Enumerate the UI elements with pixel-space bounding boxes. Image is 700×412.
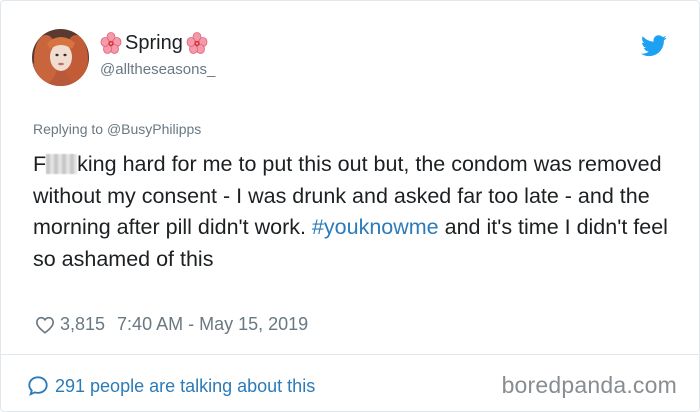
- reply-context: Replying to @BusyPhilipps: [33, 121, 201, 137]
- like-count[interactable]: 3,815: [60, 314, 105, 335]
- tweet-censored-end: king: [77, 152, 117, 176]
- tweet-card: Spring @alltheseasons_ Replying to @Busy…: [0, 0, 700, 412]
- hibiscus-flower-icon: [186, 32, 208, 54]
- reply-user-link[interactable]: @BusyPhilipps: [107, 121, 201, 137]
- tweet-timestamp[interactable]: 7:40 AM - May 15, 2019: [117, 314, 308, 335]
- heart-icon[interactable]: [35, 316, 55, 334]
- author-handle[interactable]: @alltheseasons_: [100, 61, 215, 78]
- hibiscus-flower-icon: [100, 32, 122, 54]
- tweet-meta: 3,815 7:40 AM - May 15, 2019: [35, 314, 308, 335]
- conversation-link[interactable]: 291 people are talking about this: [27, 375, 315, 397]
- hashtag-link[interactable]: #youknowme: [312, 215, 439, 239]
- speech-bubble-icon: [27, 375, 49, 397]
- reply-prefix: Replying to: [33, 121, 107, 137]
- author-display-name: Spring: [125, 32, 183, 54]
- twitter-bird-icon[interactable]: [641, 35, 667, 57]
- censor-blur: [46, 154, 78, 174]
- divider: [1, 354, 699, 355]
- avatar[interactable]: [32, 29, 89, 86]
- talking-count-text: 291 people are talking about this: [55, 375, 316, 396]
- watermark: boredpanda.com: [501, 372, 677, 398]
- author-name-row[interactable]: Spring: [100, 31, 208, 55]
- tweet-censored-start: F: [33, 152, 47, 176]
- tweet-text: Fking hard for me to put this out but, t…: [33, 149, 673, 275]
